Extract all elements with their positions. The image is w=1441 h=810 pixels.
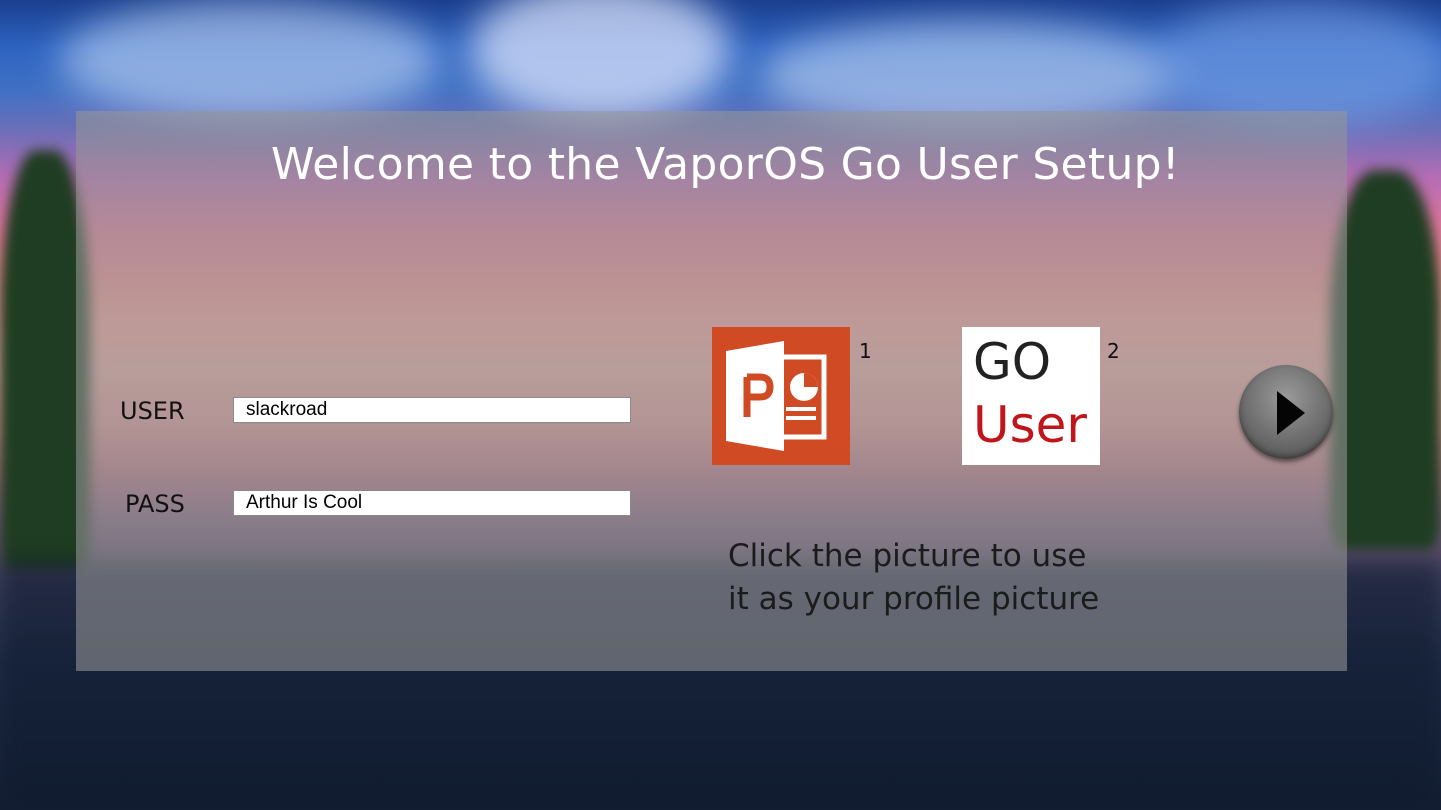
picture-number-2: 2 [1107, 339, 1120, 363]
user-label: USER [120, 397, 185, 425]
profile-picture-option-1[interactable] [712, 327, 850, 465]
profile-picture-hint: Click the picture to use it as your prof… [728, 535, 1099, 621]
setup-panel: Welcome to the VaporOS Go User Setup! US… [76, 111, 1347, 671]
page-title: Welcome to the VaporOS Go User Setup! [271, 139, 1180, 190]
username-input[interactable] [233, 397, 631, 423]
hint-line-1: Click the picture to use [728, 538, 1087, 574]
password-input[interactable] [233, 490, 631, 516]
go-user-logo-line2: User [973, 396, 1087, 454]
go-user-logo-line1: GO [973, 333, 1052, 391]
pass-label: PASS [125, 490, 185, 518]
profile-picture-option-2[interactable]: GO User [962, 327, 1100, 465]
picture-number-1: 1 [859, 339, 872, 363]
play-arrow-icon [1277, 391, 1305, 435]
powerpoint-icon [726, 341, 827, 451]
hint-line-2: it as your profile picture [728, 581, 1100, 617]
next-button[interactable] [1239, 365, 1333, 459]
